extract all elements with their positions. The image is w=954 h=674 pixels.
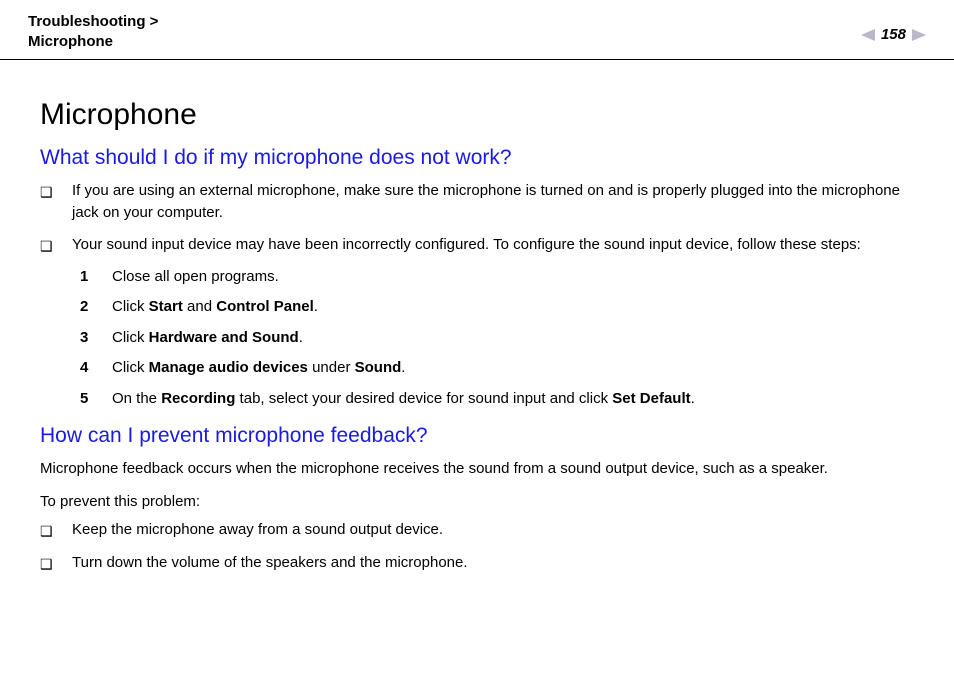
list-item: ❑ Keep the microphone away from a sound … xyxy=(40,519,914,541)
breadcrumb-section: Troubleshooting xyxy=(28,13,146,30)
bullet-icon: ❑ xyxy=(40,236,54,256)
breadcrumb: Troubleshooting > Microphone xyxy=(28,12,158,51)
step-text: Click Manage audio devices under Sound. xyxy=(112,357,914,380)
bullet-icon: ❑ xyxy=(40,554,54,574)
step-number: 2 xyxy=(80,296,94,319)
step-number: 4 xyxy=(80,357,94,380)
page-number: 158 xyxy=(881,26,906,43)
bullet-text: If you are using an external microphone,… xyxy=(72,180,914,224)
next-page-arrow-icon[interactable] xyxy=(912,29,926,41)
question-2-heading: How can I prevent microphone feedback? xyxy=(40,424,914,448)
page-content: Microphone What should I do if my microp… xyxy=(0,60,954,624)
list-item: 1 Close all open programs. xyxy=(40,266,914,289)
step-number: 3 xyxy=(80,327,94,350)
q1-bullet-list: ❑ If you are using an external microphon… xyxy=(40,180,914,256)
document-page: Troubleshooting > Microphone 158 Microph… xyxy=(0,0,954,624)
bullet-text: Your sound input device may have been in… xyxy=(72,234,914,256)
list-item: ❑ Your sound input device may have been … xyxy=(40,234,914,256)
step-number: 1 xyxy=(80,266,94,289)
question-1-heading: What should I do if my microphone does n… xyxy=(40,146,914,170)
step-text: On the Recording tab, select your desire… xyxy=(112,388,914,411)
bullet-text: Turn down the volume of the speakers and… xyxy=(72,552,914,574)
list-item: 5 On the Recording tab, select your desi… xyxy=(40,388,914,411)
step-text: Click Hardware and Sound. xyxy=(112,327,914,350)
list-item: 3 Click Hardware and Sound. xyxy=(40,327,914,350)
list-item: ❑ Turn down the volume of the speakers a… xyxy=(40,552,914,574)
q2-bullet-list: ❑ Keep the microphone away from a sound … xyxy=(40,519,914,574)
page-nav: 158 xyxy=(861,26,926,43)
q1-steps-list: 1 Close all open programs. 2 Click Start… xyxy=(40,266,914,411)
page-header: Troubleshooting > Microphone 158 xyxy=(0,0,954,60)
list-item: ❑ If you are using an external microphon… xyxy=(40,180,914,224)
prev-page-arrow-icon[interactable] xyxy=(861,29,875,41)
q2-para-1: Microphone feedback occurs when the micr… xyxy=(40,458,914,481)
bullet-text: Keep the microphone away from a sound ou… xyxy=(72,519,914,541)
list-item: 2 Click Start and Control Panel. xyxy=(40,296,914,319)
list-item: 4 Click Manage audio devices under Sound… xyxy=(40,357,914,380)
breadcrumb-page: Microphone xyxy=(28,33,113,50)
page-title: Microphone xyxy=(40,98,914,132)
q2-para-2: To prevent this problem: xyxy=(40,491,914,514)
step-text: Click Start and Control Panel. xyxy=(112,296,914,319)
bullet-icon: ❑ xyxy=(40,182,54,202)
step-text: Close all open programs. xyxy=(112,266,914,289)
breadcrumb-separator: > xyxy=(150,13,159,30)
bullet-icon: ❑ xyxy=(40,521,54,541)
step-number: 5 xyxy=(80,388,94,411)
